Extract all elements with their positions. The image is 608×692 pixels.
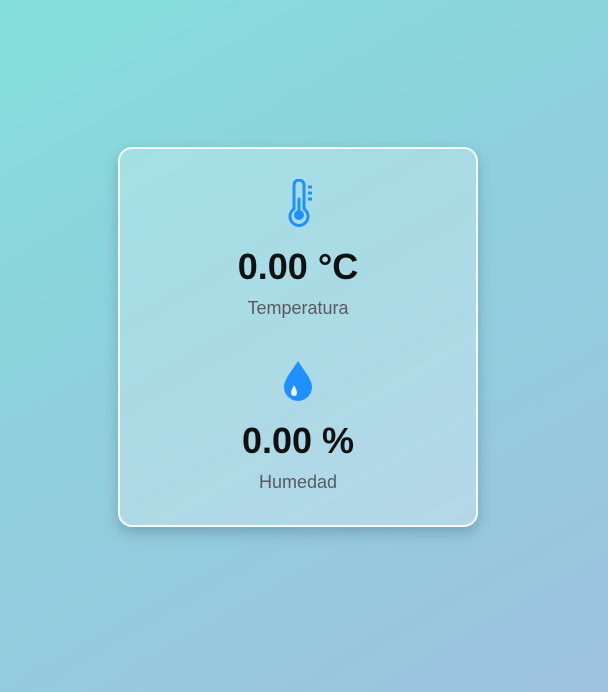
humidity-value: 0.00 % bbox=[241, 420, 355, 461]
sensor-card: 0.00 °C Temperatura 0.00 % Humedad bbox=[118, 147, 478, 527]
humidity-label: Humedad bbox=[258, 472, 338, 492]
temperature-section: 0.00 °C Temperatura bbox=[120, 179, 476, 319]
water-drop-icon bbox=[284, 361, 312, 401]
thermometer-icon bbox=[288, 179, 312, 227]
humidity-section: 0.00 % Humedad bbox=[120, 359, 476, 493]
temperature-value: 0.00 °C bbox=[237, 246, 359, 287]
temperature-label: Temperatura bbox=[247, 298, 349, 318]
